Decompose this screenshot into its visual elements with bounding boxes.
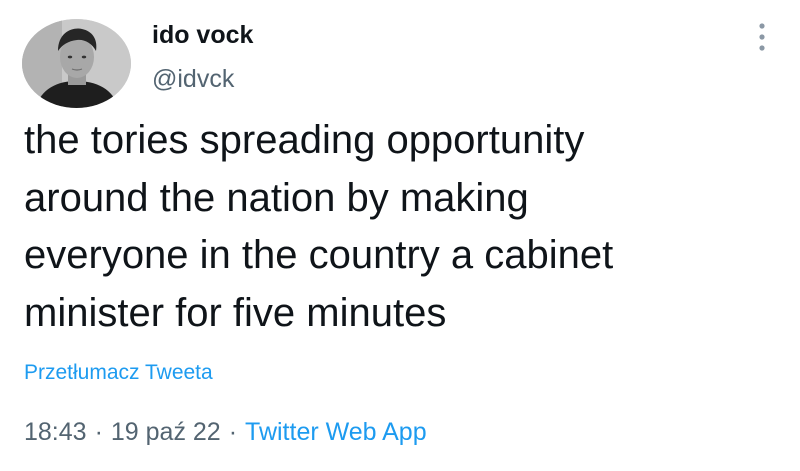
tweet-text-line: around the nation by making: [24, 175, 529, 220]
tweet-time[interactable]: 18:43: [24, 418, 87, 446]
display-name[interactable]: ido vock: [152, 18, 253, 52]
user-handle[interactable]: @idvck: [152, 62, 234, 96]
tweet-text: the tories spreading opportunity around …: [24, 112, 764, 342]
tweet-metadata: 18:43 · 19 paź 22 · Twitter Web App: [24, 414, 427, 450]
meta-separator: ·: [228, 418, 238, 446]
meta-separator: ·: [94, 418, 103, 446]
tweet-date[interactable]: 19 paź 22: [111, 418, 221, 446]
more-options-button[interactable]: [748, 18, 776, 56]
translate-tweet-link[interactable]: Przetłumacz Tweeta: [24, 358, 213, 388]
more-vertical-icon: [759, 23, 765, 51]
avatar[interactable]: [22, 19, 131, 108]
tweet-text-line: everyone in the country a cabinet: [24, 233, 614, 277]
tweet-card: ido vock @idvck the tories spreading opp…: [0, 0, 800, 471]
tweet-text-line: minister for five minutes: [24, 290, 447, 335]
avatar-photo: [22, 19, 131, 108]
source-app-link[interactable]: Twitter Web App: [245, 418, 427, 446]
tweet-text-line: the tories spreading opportunity: [24, 118, 585, 162]
